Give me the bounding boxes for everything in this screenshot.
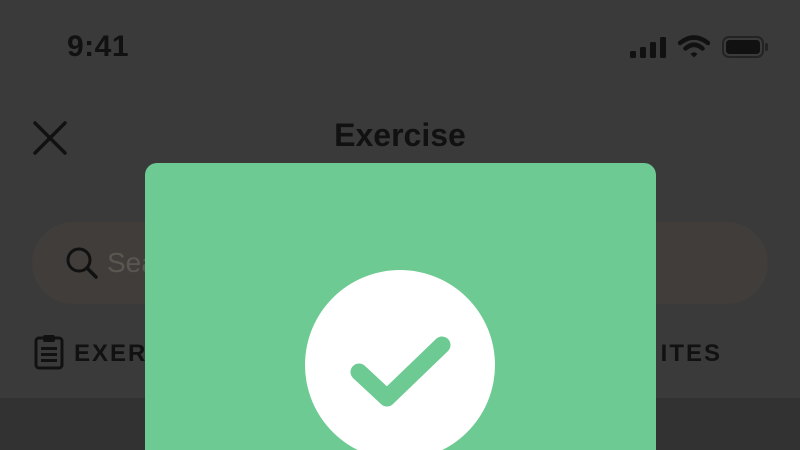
tab-exercises-label: EXER (74, 340, 148, 367)
wifi-icon (677, 34, 711, 64)
tab-favorites-label: ITES (660, 340, 722, 367)
signal-icon (630, 36, 666, 63)
tab-exercises[interactable]: EXER (34, 334, 148, 375)
tab-favorites[interactable]: ITES (651, 336, 722, 372)
search-icon (65, 246, 99, 280)
page-title: Exercise (334, 117, 466, 153)
success-modal (145, 163, 656, 450)
battery-icon (722, 35, 770, 63)
clipboard-icon (34, 334, 64, 375)
exercise-screen: 9:41 Exercise Sea EXER ITES (0, 0, 800, 450)
checkmark-icon (350, 336, 451, 407)
status-icons (630, 34, 770, 64)
status-time: 9:41 (67, 30, 130, 63)
success-badge (305, 270, 495, 450)
